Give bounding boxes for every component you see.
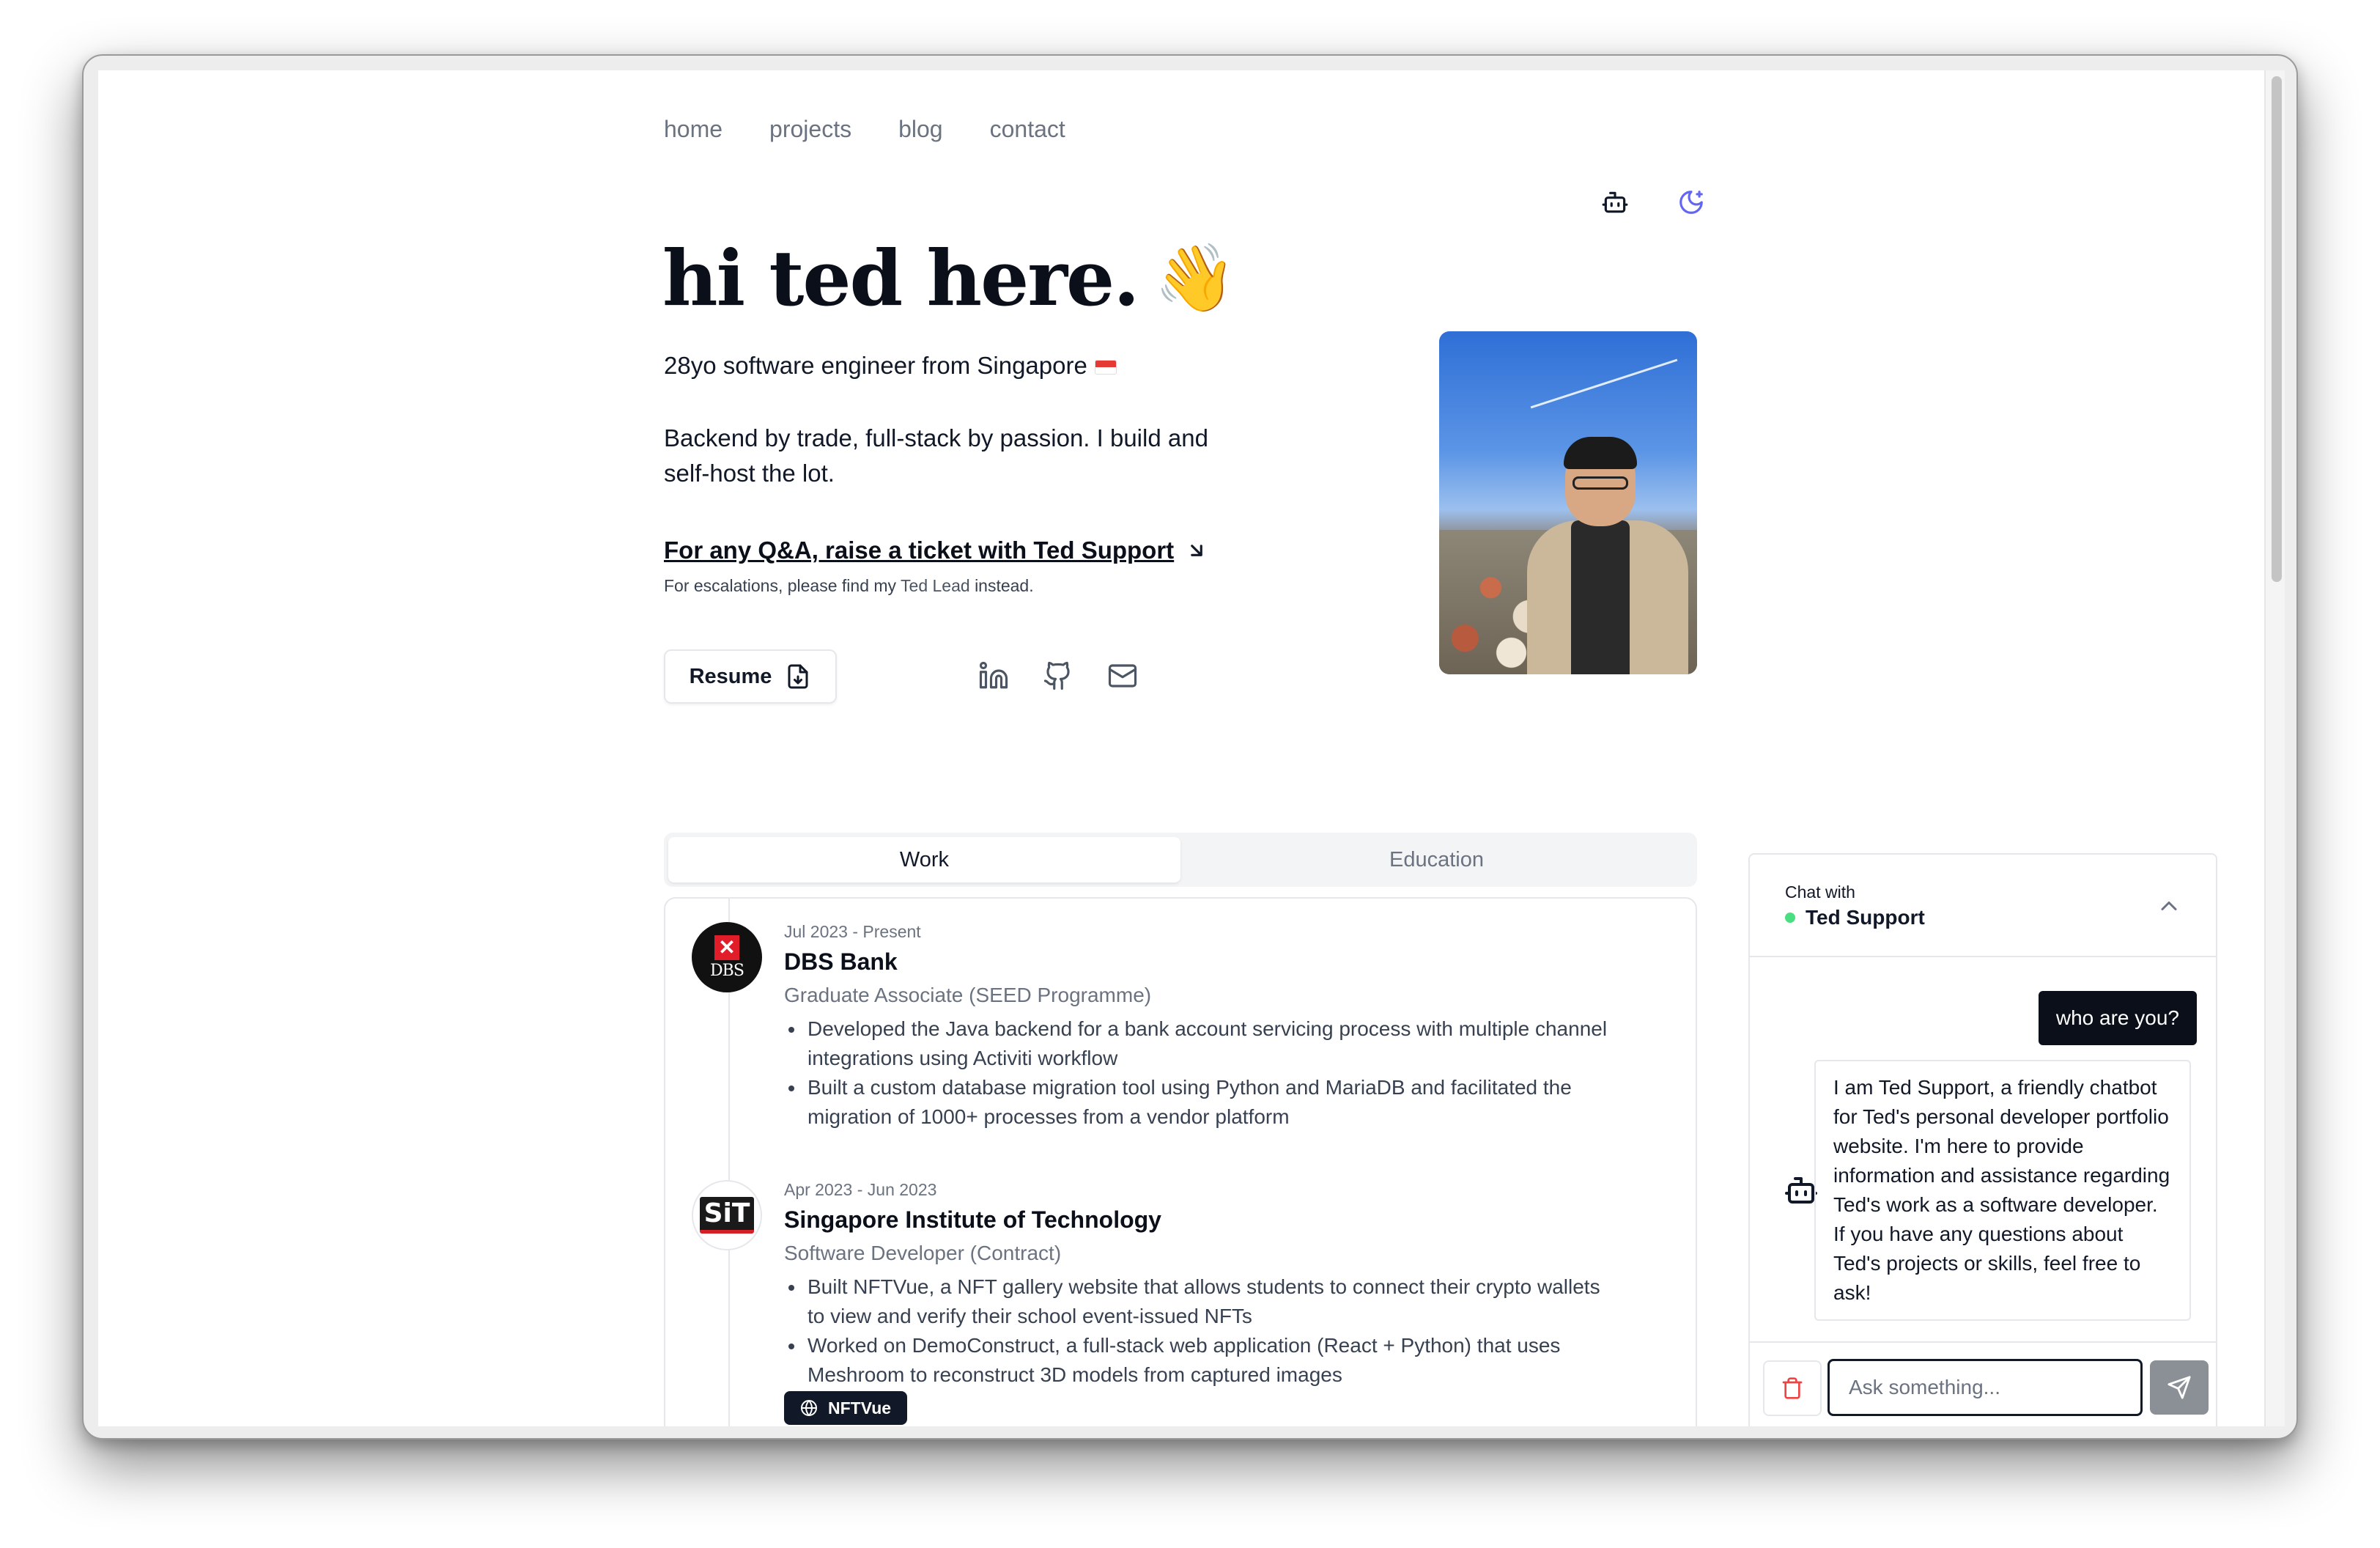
entry-bullets: Developed the Java backend for a bank ac… xyxy=(784,1014,1619,1132)
nftvue-link-chip[interactable]: NFTVue xyxy=(784,1391,908,1425)
entry-role: Software Developer (Contract) xyxy=(784,1242,1062,1264)
entry-bullet: Worked on DemoConstruct, a full-stack we… xyxy=(784,1331,1619,1390)
ted-lead-link[interactable]: Ted Lead xyxy=(901,576,970,595)
send-icon xyxy=(2168,1376,2191,1399)
bot-icon xyxy=(1602,191,1628,213)
entry-company: Singapore Institute of Technology xyxy=(784,1206,1161,1233)
chip-label: NFTVue xyxy=(828,1398,892,1418)
entry-date: Apr 2023 - Jun 2023 xyxy=(784,1180,937,1199)
photo-glasses xyxy=(1572,476,1628,490)
sit-logo: SiT xyxy=(692,1180,762,1250)
entry-bullet: Built a custom database migration tool u… xyxy=(784,1073,1619,1132)
escalation-prefix: For escalations, please find my xyxy=(664,576,897,595)
chevron-up-icon[interactable] xyxy=(2156,893,2182,919)
escalation-suffix: instead. xyxy=(975,576,1034,595)
escalation-note: For escalations, please find my Ted Lead… xyxy=(664,576,1034,596)
moon-icon xyxy=(1679,191,1703,214)
browser-window: home projects blog contact hi ted here. … xyxy=(82,54,2298,1440)
bot-message-bubble: I am Ted Support, a friendly chatbot for… xyxy=(1814,1060,2191,1321)
theme-toggle-button[interactable] xyxy=(1671,182,1712,223)
dbs-x-icon: ✕ xyxy=(714,935,739,960)
qa-text: For any Q&A, raise a ticket with Ted Sup… xyxy=(664,537,1175,564)
dbs-logo: ✕ DBS xyxy=(692,922,762,992)
photo-scarf xyxy=(1571,520,1630,674)
online-status-dot xyxy=(1785,913,1795,923)
viewport: home projects blog contact hi ted here. … xyxy=(98,70,2285,1426)
user-message-bubble: who are you? xyxy=(2038,991,2197,1045)
chat-widget: Chat with Ted Support who are you? I am … xyxy=(1748,853,2217,1426)
portfolio-page: home projects blog contact hi ted here. … xyxy=(98,70,2264,1426)
chat-with-label: Chat with xyxy=(1785,882,1855,902)
main-nav: home projects blog contact xyxy=(664,116,1065,143)
linkedin-icon xyxy=(979,661,1008,689)
hero-description: Backend by trade, full-stack by passion.… xyxy=(664,424,1208,487)
nav-blog-link[interactable]: blog xyxy=(898,116,943,143)
photo-contrail xyxy=(1530,358,1678,409)
entry-company: DBS Bank xyxy=(784,948,898,975)
chatbot-toggle-button[interactable] xyxy=(1594,182,1636,223)
send-button[interactable] xyxy=(2150,1360,2209,1415)
nav-projects-link[interactable]: projects xyxy=(769,116,851,143)
globe-icon xyxy=(801,1400,817,1416)
photo-person xyxy=(1527,437,1688,674)
photo-hair xyxy=(1564,437,1637,469)
singapore-flag-icon xyxy=(1094,360,1117,375)
ted-support-link[interactable]: For any Q&A, raise a ticket with Ted Sup… xyxy=(664,537,1208,564)
scrollbar-thumb[interactable] xyxy=(2272,76,2282,582)
work-timeline: ✕ DBS Jul 2023 - Present DBS Bank Gradua… xyxy=(664,897,1697,1426)
entry-bullet: Developed the Java backend for a bank ac… xyxy=(784,1014,1619,1073)
nav-home-link[interactable]: home xyxy=(664,116,722,143)
experience-tabs: Work Education xyxy=(664,833,1697,887)
file-download-icon xyxy=(788,664,808,689)
mail-icon xyxy=(1108,664,1137,688)
hero-subtitle-text: 28yo software engineer from Singapore xyxy=(664,352,1087,379)
chat-bot-name-text: Ted Support xyxy=(1806,906,1925,929)
entry-date: Jul 2023 - Present xyxy=(784,922,921,941)
chat-header[interactable]: Chat with Ted Support xyxy=(1750,855,2216,957)
resume-label: Resume xyxy=(689,664,772,688)
hero-title-text: hi ted here. xyxy=(662,233,1139,323)
bot-avatar-icon xyxy=(1785,1177,1817,1204)
chat-bot-name: Ted Support xyxy=(1785,906,1925,929)
page-scrollbar[interactable] xyxy=(2264,70,2285,1426)
chat-input-bar xyxy=(1750,1341,2216,1426)
email-link[interactable] xyxy=(1104,657,1142,695)
linkedin-link[interactable] xyxy=(975,657,1013,695)
entry-bullets: Built NFTVue, a NFT gallery website that… xyxy=(784,1272,1619,1390)
resume-button[interactable]: Resume xyxy=(664,649,837,704)
tab-education[interactable]: Education xyxy=(1180,837,1693,882)
tab-work[interactable]: Work xyxy=(668,837,1180,882)
hero-subtitle: 28yo software engineer from Singapore xyxy=(664,352,1117,380)
entry-bullet: Built NFTVue, a NFT gallery website that… xyxy=(784,1272,1619,1331)
chat-input[interactable] xyxy=(1828,1359,2143,1416)
dbs-logo-text: DBS xyxy=(710,961,744,980)
wave-emoji: 👋 xyxy=(1154,240,1236,317)
hero-title: hi ted here. 👋 xyxy=(662,233,1236,323)
sit-logo-text: SiT xyxy=(699,1197,755,1234)
nav-contact-link[interactable]: contact xyxy=(990,116,1065,143)
arrow-down-right-icon xyxy=(1191,545,1202,556)
profile-photo xyxy=(1439,331,1697,674)
github-link[interactable] xyxy=(1039,657,1077,695)
trash-icon xyxy=(1782,1377,1803,1399)
github-icon xyxy=(1043,661,1070,690)
entry-role: Graduate Associate (SEED Programme) xyxy=(784,984,1152,1006)
clear-chat-button[interactable] xyxy=(1763,1360,1822,1416)
